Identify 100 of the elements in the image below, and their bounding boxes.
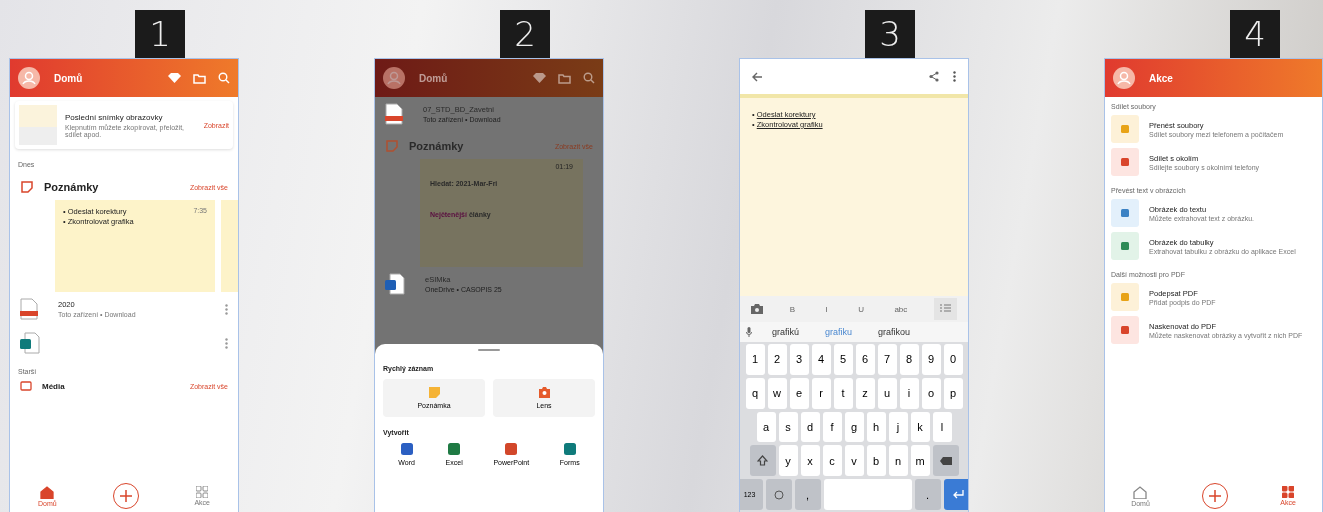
action-icon	[1111, 115, 1139, 143]
keyboard-key[interactable]: n	[888, 445, 908, 477]
add-button[interactable]	[112, 483, 139, 509]
shift-arrow-icon	[757, 455, 768, 467]
keyboard-key[interactable]: 9	[921, 344, 941, 375]
action-icon	[1111, 316, 1139, 344]
more-icon[interactable]	[953, 71, 956, 82]
pdf-file-icon	[385, 103, 403, 125]
step-number: 2	[500, 10, 550, 58]
word-suggestion[interactable]: grafikou	[872, 327, 917, 337]
action-icon	[1111, 283, 1139, 311]
keyboard-key[interactable]: e	[789, 377, 809, 409]
format-button[interactable]: abc	[890, 302, 912, 316]
keyboard-key[interactable]: 0	[943, 344, 963, 375]
keyboard-key[interactable]: g	[844, 411, 864, 443]
action-icon	[1111, 232, 1139, 260]
keyboard-key[interactable]: l	[932, 411, 952, 443]
diamond-icon[interactable]	[168, 72, 181, 84]
back-arrow-icon[interactable]	[752, 71, 763, 82]
action-icon	[1111, 148, 1139, 176]
keyboard-key[interactable]: q	[745, 377, 765, 409]
keyboard-key[interactable]: m	[910, 445, 930, 477]
microphone-icon[interactable]	[746, 327, 752, 337]
grid-icon	[196, 486, 209, 498]
keyboard-key[interactable]: u	[877, 377, 897, 409]
keyboard-key[interactable]: p	[943, 377, 963, 409]
keyboard-key[interactable]: x	[800, 445, 820, 477]
list-icon	[939, 304, 951, 312]
keyboard-key[interactable]: v	[844, 445, 864, 477]
list-button[interactable]	[933, 298, 957, 320]
plus-icon	[118, 489, 133, 503]
format-button[interactable]: I	[821, 302, 832, 316]
keyboard-key[interactable]: 5	[833, 344, 853, 375]
keyboard-key[interactable]: 3	[789, 344, 809, 375]
camera-icon	[538, 387, 550, 398]
plus-icon	[1208, 489, 1223, 503]
card-title: Poslední snímky obrazovky	[65, 112, 164, 122]
backspace-icon	[938, 455, 953, 466]
step-number: 4	[1230, 10, 1280, 58]
keyboard-key[interactable]: o	[921, 377, 941, 409]
keyboard-key[interactable]: k	[910, 411, 930, 443]
home-icon	[40, 485, 55, 499]
share-icon[interactable]	[929, 71, 939, 82]
format-button[interactable]: B	[785, 302, 799, 316]
home-icon	[1133, 485, 1148, 499]
keyboard-key[interactable]: s	[778, 411, 798, 443]
keyboard-key[interactable]: a	[756, 411, 776, 443]
notes-heading: Poznámky	[409, 140, 465, 152]
document-icon	[20, 332, 40, 354]
folder-icon[interactable]	[193, 72, 206, 84]
period-key[interactable]: .	[914, 479, 941, 510]
image-icon	[20, 381, 32, 391]
keyboard-key[interactable]: 8	[899, 344, 919, 375]
user-avatar-icon[interactable]	[18, 67, 40, 89]
user-avatar-icon[interactable]	[1113, 67, 1135, 89]
step-number: 1	[135, 10, 185, 58]
keyboard-key[interactable]: z	[855, 377, 875, 409]
keyboard-key[interactable]: i	[899, 377, 919, 409]
keyboard-key[interactable]: 4	[811, 344, 831, 375]
note-icon	[428, 387, 440, 398]
enter-key[interactable]	[943, 479, 968, 510]
add-button[interactable]	[1202, 483, 1229, 509]
keyboard-key[interactable]: w	[767, 377, 787, 409]
emoji-key[interactable]	[765, 479, 792, 510]
folder-icon[interactable]	[558, 72, 571, 84]
keyboard-key[interactable]: 7	[877, 344, 897, 375]
screen-title: Domů	[54, 72, 83, 84]
app-icon	[505, 443, 518, 455]
keyboard-key[interactable]: f	[822, 411, 842, 443]
camera-icon[interactable]	[751, 304, 764, 314]
keyboard-key[interactable]: 1	[745, 344, 765, 375]
screen-title: Domů	[419, 72, 448, 84]
word-suggestion[interactable]: grafiku	[819, 327, 859, 337]
search-icon[interactable]	[583, 72, 595, 84]
keyboard-key[interactable]: h	[866, 411, 886, 443]
media-heading: Média	[42, 381, 66, 391]
keyboard-key[interactable]: c	[822, 445, 842, 477]
keyboard-key[interactable]: j	[888, 411, 908, 443]
app-icon	[448, 443, 461, 455]
screenshot-thumbnail	[19, 105, 57, 145]
word-suggestion[interactable]: grafikú	[766, 327, 805, 337]
keyboard-key[interactable]: d	[800, 411, 820, 443]
grid-icon	[1282, 486, 1295, 498]
keyboard-key[interactable]: r	[811, 377, 831, 409]
enter-icon	[951, 490, 964, 500]
document-icon	[385, 273, 405, 295]
search-icon[interactable]	[218, 72, 230, 84]
format-button[interactable]: U	[854, 302, 868, 316]
user-avatar-icon[interactable]	[383, 67, 405, 89]
comma-key[interactable]: ,	[794, 479, 821, 510]
shift-key[interactable]	[749, 445, 776, 477]
keyboard-key[interactable]: 6	[855, 344, 875, 375]
keyboard-key[interactable]: t	[833, 377, 853, 409]
keyboard-key[interactable]: y	[778, 445, 798, 477]
note-icon	[385, 139, 399, 153]
diamond-icon[interactable]	[533, 72, 546, 84]
app-icon	[400, 443, 413, 455]
backspace-key[interactable]	[932, 445, 959, 477]
keyboard-key[interactable]: b	[866, 445, 886, 477]
keyboard-key[interactable]: 2	[767, 344, 787, 375]
